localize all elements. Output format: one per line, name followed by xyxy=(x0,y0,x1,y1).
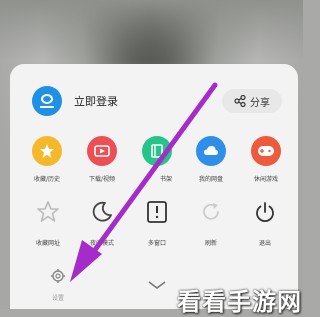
annotation-arrow-icon xyxy=(70,82,218,282)
watermark: 看看手游网 xyxy=(177,288,302,316)
